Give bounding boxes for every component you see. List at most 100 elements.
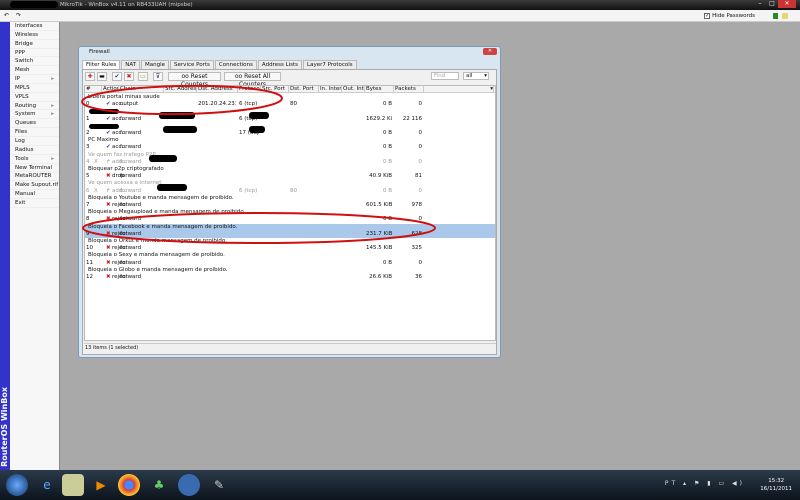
sidebar-item-interfaces[interactable]: Interfaces — [10, 22, 59, 31]
add-icon[interactable]: ✚ — [85, 72, 95, 81]
maximize-button[interactable]: □ — [766, 0, 778, 8]
rule-comment-row[interactable]: Bloqueia o Globo e manda mensagem de pro… — [85, 267, 495, 274]
media-player-icon[interactable]: ▶ — [90, 474, 112, 496]
sidebar-item-switch[interactable]: Switch — [10, 57, 59, 67]
minimize-button[interactable]: – — [754, 0, 766, 8]
clock[interactable]: 15:32 16/11/2011 — [760, 477, 792, 493]
column-header-outif[interactable]: Out. Int... — [342, 86, 365, 93]
sidebar-item-manual[interactable]: Manual — [10, 190, 59, 199]
sidebar-item-vpls[interactable]: VPLS — [10, 93, 59, 102]
tab-service-ports[interactable]: Service Ports — [170, 60, 214, 69]
reset-all-counters-button[interactable]: oo Reset All Counters — [224, 72, 281, 88]
rule-comment-row[interactable]: Libera portal minas saude — [85, 94, 495, 101]
rule-comment-row[interactable] — [85, 108, 495, 115]
column-header-inif[interactable]: In. Inter... — [319, 86, 342, 93]
table-row[interactable]: 1✔acc...forward6 (tcp)1629.2 KiB22 116 — [85, 111, 495, 123]
redo-icon[interactable]: ↷ — [14, 12, 23, 20]
sidebar-item-new-terminal[interactable]: New Terminal — [10, 164, 59, 173]
table-row[interactable]: 6 ↱ add... forward 6 (tcp) 80 0 B0X — [85, 183, 495, 195]
table-row[interactable]: 10 ✖ reject forward 145.5 KiB 325 — [85, 245, 495, 252]
column-header-proto[interactable]: Protocol — [238, 86, 261, 93]
firewall-close-button[interactable]: ✕ — [483, 48, 497, 55]
table-row[interactable]: 9 ✖ reject forward 231.7 KiB 628 — [85, 230, 495, 238]
sidebar-item-tools[interactable]: Tools ▸ — [10, 155, 59, 164]
disable-icon[interactable]: ✖ — [124, 72, 134, 81]
filter-icon[interactable]: ⊽ — [153, 72, 163, 81]
tab-layer7-protocols[interactable]: Layer7 Protocols — [303, 60, 357, 69]
find-input[interactable]: Find — [431, 72, 459, 80]
table-row[interactable]: 12 ✖ reject forward 26.6 KiB 36 — [85, 274, 495, 281]
table-row[interactable]: 5 ✖ drop forward 40.9 KiB 81 — [85, 173, 495, 180]
sidebar-item-system[interactable]: System ▸ — [10, 110, 59, 120]
reset-counters-button[interactable]: oo Reset Counters — [168, 72, 221, 88]
start-button[interactable] — [6, 474, 28, 496]
sidebar-item-radius[interactable]: Radius — [10, 146, 59, 155]
column-menu-icon[interactable]: ▾ — [424, 86, 494, 93]
table-row[interactable]: 11 ✖ reject forward 0 B0 — [85, 260, 495, 267]
sidebar-item-mesh[interactable]: Mesh — [10, 66, 59, 76]
sidebar-item-make-supout-rif[interactable]: Make Supout.rif — [10, 181, 59, 191]
chrome-icon[interactable] — [118, 474, 140, 496]
table-row[interactable]: 4 ↱ add... forward 0 B0X — [85, 154, 495, 166]
column-header-dport[interactable]: Dst. Port — [289, 86, 319, 93]
rule-bytes: 0 B — [382, 158, 392, 165]
rule-comment-row[interactable]: Bloquear p2p criptografado — [85, 166, 495, 173]
rule-comment-row[interactable]: Bloqueia o Facebook e manda mensagem de … — [85, 223, 495, 231]
messenger-icon[interactable]: ♣ — [148, 474, 170, 496]
table-row[interactable]: 8 ✖ reject forward 0 B0 — [85, 216, 495, 223]
tab-filter-rules[interactable]: Filter Rules — [82, 60, 121, 69]
tab-nat[interactable]: NAT — [121, 60, 141, 69]
column-header-src[interactable]: Src. Address — [164, 86, 197, 93]
rule-comment-row[interactable]: Bloqueia o Megaupload e manda mensagem d… — [85, 209, 495, 216]
table-row[interactable]: 2✔acc...forward17 (udp)0 B0 — [85, 126, 495, 137]
comment-icon[interactable]: ▭ — [138, 72, 148, 81]
rule-comment-row[interactable]: Bloqueia o Orkut e manda mensagem de pro… — [85, 238, 495, 245]
column-header-chain[interactable]: Chain — [119, 86, 164, 93]
column-header-sport[interactable]: Src. Port — [261, 86, 289, 93]
rule-chain: output — [120, 101, 139, 108]
enable-icon[interactable]: ✔ — [112, 72, 122, 81]
sidebar-item-files[interactable]: Files — [10, 128, 59, 137]
redacted-mark — [89, 123, 119, 129]
table-row[interactable]: 0 ✔ acc... output 201.20.24.231 6 (tcp) 80 0 B0 — [85, 101, 495, 108]
tab-address-lists[interactable]: Address Lists — [257, 60, 303, 69]
tab-connections[interactable]: Connections — [214, 60, 257, 69]
rule-comment-row[interactable]: Bloqueia o Youtube e manda mensagem de p… — [85, 195, 495, 202]
column-header-action[interactable]: Action — [102, 86, 119, 93]
sidebar-item-log[interactable]: Log — [10, 137, 59, 146]
rule-comment-row[interactable]: PC Maximo — [85, 137, 495, 144]
ie-icon[interactable]: e — [36, 474, 58, 496]
sidebar-item-wireless[interactable]: Wireless — [10, 31, 59, 40]
tab-mangle[interactable]: Mangle — [141, 60, 170, 69]
column-header-dst[interactable]: Dst. Address — [197, 86, 238, 93]
table-row[interactable]: 3 ✔ acc... forward 0 B0 — [85, 144, 495, 151]
rule-bytes: 0 B — [382, 130, 392, 136]
remove-icon[interactable]: ▬ — [97, 72, 107, 81]
sidebar-item-mpls[interactable]: MPLS — [10, 84, 59, 93]
column-header-packets[interactable]: Packets — [394, 86, 424, 93]
undo-icon[interactable]: ↶ — [2, 12, 11, 20]
column-header-bytes[interactable]: Bytes — [365, 86, 394, 93]
sidebar-item-routing[interactable]: Routing ▸ — [10, 102, 59, 111]
winbox-icon[interactable] — [178, 474, 200, 496]
rule-comment-row[interactable] — [85, 123, 495, 130]
paint-icon[interactable]: ✎ — [208, 474, 230, 496]
sidebar-item-exit[interactable]: Exit — [10, 199, 59, 208]
hide-passwords-checkbox[interactable]: ✓ Hide Passwords — [704, 12, 755, 20]
rule-comment-row[interactable]: Ve quem acessa a internet — [85, 180, 495, 187]
sidebar-item-label: Switch — [15, 58, 34, 65]
filter-select-value: all — [466, 73, 473, 79]
sidebar-item-metarouter[interactable]: MetaROUTER — [10, 172, 59, 182]
column-header-num[interactable]: # — [85, 86, 102, 93]
table-row[interactable]: 7 ✖ reject forward 601.5 KiB 978 — [85, 202, 495, 209]
sidebar-item-queues[interactable]: Queues — [10, 119, 59, 129]
sidebar-item-ip[interactable]: IP ▸ — [10, 75, 59, 84]
sidebar-item-bridge[interactable]: Bridge — [10, 40, 59, 49]
rule-comment-row[interactable]: Bloqueia o Sexy e manda mensagem de proi… — [85, 252, 495, 259]
language-indicator[interactable]: PT — [665, 480, 678, 487]
explorer-icon[interactable] — [62, 474, 84, 496]
rule-comment-row[interactable]: Ve quem faz trafego P2P — [85, 152, 495, 159]
filter-select[interactable]: all ▾ — [463, 72, 489, 80]
sidebar-item-ppp[interactable]: PPP — [10, 49, 59, 58]
close-button[interactable]: ✕ — [778, 0, 796, 8]
